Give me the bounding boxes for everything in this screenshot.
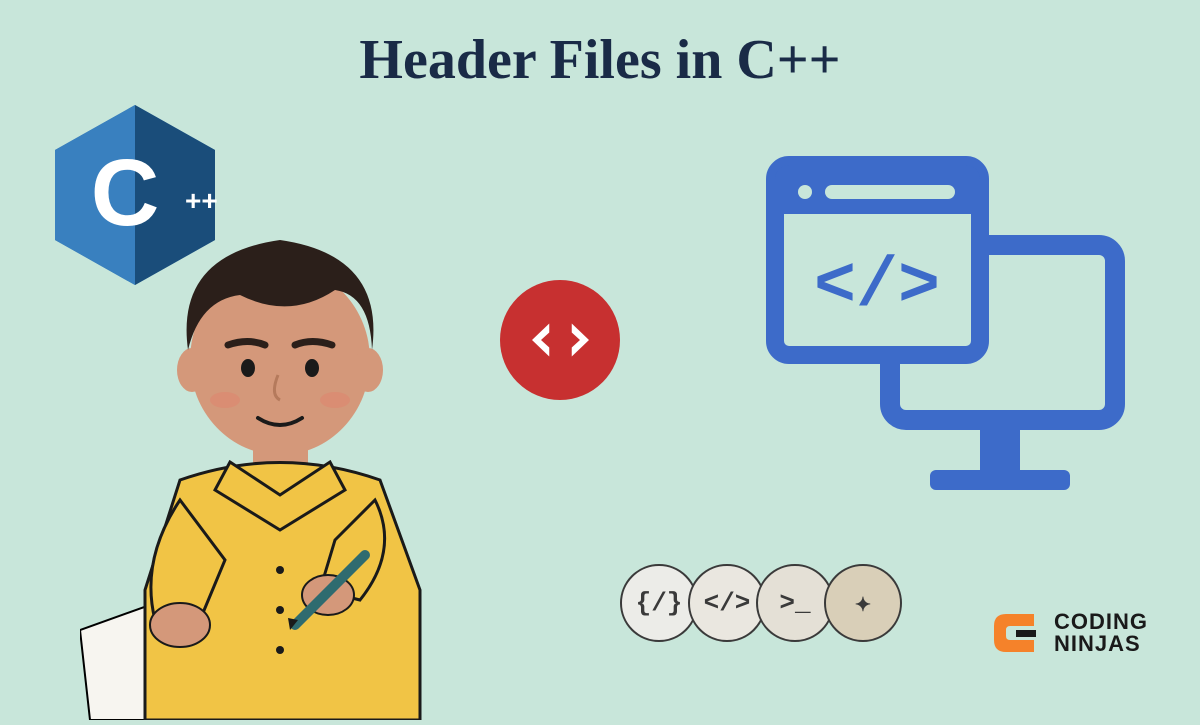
symbol-terminal-icon: >_ — [756, 564, 834, 642]
symbol-angle-brackets-icon: </> — [688, 564, 766, 642]
brand-c-icon — [986, 604, 1044, 662]
symbol-braces-icon: {/} — [620, 564, 698, 642]
left-hand — [150, 603, 210, 647]
symbol-sparkle-icon: ✦ — [824, 564, 902, 642]
code-symbol-row: {/} </> >_ ✦ — [620, 564, 902, 642]
brand-text: CODING NINJAS — [1054, 611, 1148, 655]
code-badge-icon — [500, 280, 620, 400]
person-illustration — [80, 200, 480, 720]
brand-line1: CODING — [1054, 611, 1148, 633]
svg-text:</>: </> — [814, 248, 940, 327]
brand-line2: NINJAS — [1054, 633, 1148, 655]
browser-monitor-icon: </> — [760, 150, 1130, 520]
brand-logo: CODING NINJAS — [986, 604, 1148, 662]
page-title: Header Files in C++ — [359, 28, 840, 92]
